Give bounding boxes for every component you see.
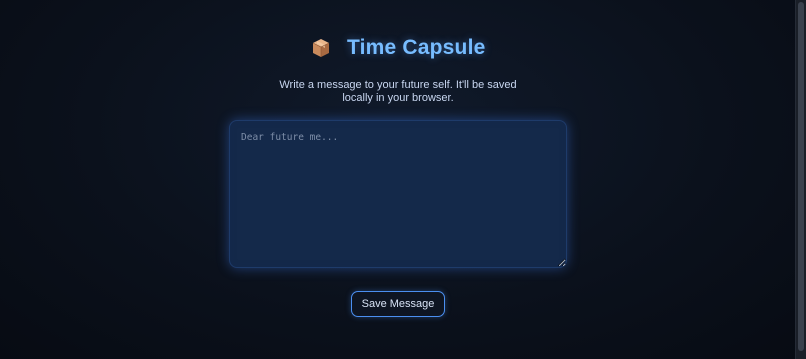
page-subtitle: Write a message to your future self. It'… [279, 79, 517, 104]
time-capsule-page: Time Capsule Write a message to your fut… [0, 0, 796, 359]
scrollbar-thumb[interactable] [798, 2, 804, 351]
save-message-button[interactable]: Save Message [351, 291, 445, 317]
message-editor [229, 120, 567, 268]
page-header: Time Capsule [0, 36, 796, 60]
message-textarea[interactable] [229, 120, 567, 268]
page-scrollbar[interactable] [795, 0, 806, 359]
package-icon [310, 37, 332, 59]
page-title: Time Capsule [346, 36, 486, 59]
